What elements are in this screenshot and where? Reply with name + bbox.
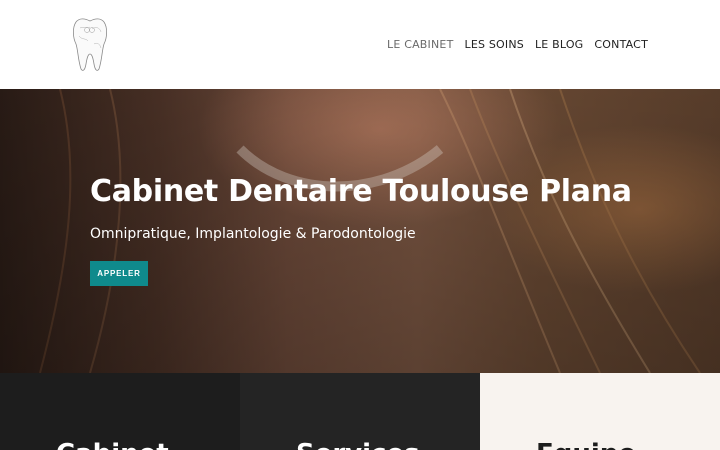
site-header: LE CABINET LES SOINS LE BLOG CONTACT <box>0 0 720 89</box>
tooth-logo-icon[interactable] <box>70 14 110 74</box>
feature-panel-1: Cabinet <box>0 373 240 450</box>
hero-content: Cabinet Dentaire Toulouse Plana Omniprat… <box>90 174 632 286</box>
panel-heading: Equipe <box>536 439 636 450</box>
nav-link-le-cabinet[interactable]: LE CABINET <box>387 38 453 51</box>
panel-heading: Services <box>296 439 420 450</box>
feature-panel-2: Services <box>240 373 480 450</box>
nav-link-les-soins[interactable]: LES SOINS <box>465 38 524 51</box>
call-button[interactable]: APPELER <box>90 261 148 286</box>
nav-link-contact[interactable]: CONTACT <box>594 38 648 51</box>
main-nav: LE CABINET LES SOINS LE BLOG CONTACT <box>387 38 648 51</box>
hero-banner: Cabinet Dentaire Toulouse Plana Omniprat… <box>0 89 720 373</box>
panel-heading: Cabinet <box>56 439 169 450</box>
nav-link-le-blog[interactable]: LE BLOG <box>535 38 583 51</box>
hero-subtitle: Omnipratique, Implantologie & Parodontol… <box>90 226 416 242</box>
hero-title: Cabinet Dentaire Toulouse Plana <box>90 174 632 209</box>
feature-panel-3: Equipe <box>480 373 720 450</box>
